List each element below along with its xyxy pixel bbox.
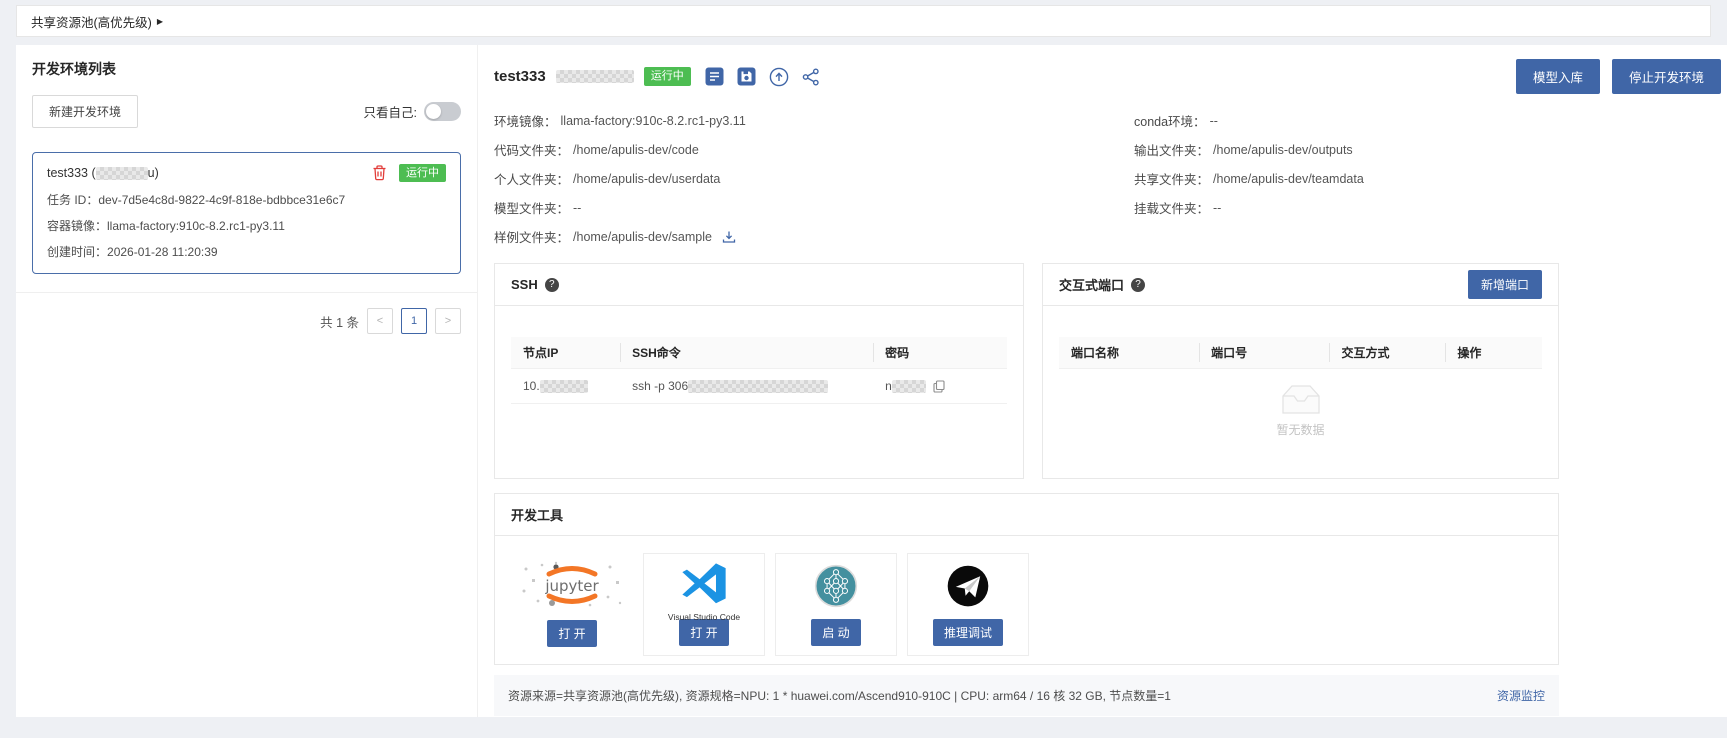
tool-tile-inference: 推理调试: [907, 553, 1029, 656]
stop-env-button[interactable]: 停止开发环境: [1612, 59, 1721, 94]
env-owner-redacted: [96, 167, 148, 180]
model-save-button[interactable]: 模型入库: [1516, 59, 1600, 94]
breadcrumb-bar: 共享资源池(高优先级) ▶: [16, 5, 1711, 37]
ssh-col-ip: 节点IP: [511, 337, 620, 369]
ssh-password: n: [873, 369, 1007, 404]
netron-logo-icon: [776, 560, 896, 612]
save-image-button[interactable]: [737, 67, 756, 86]
svg-text:jupyter: jupyter: [544, 577, 599, 595]
detail-owner-redacted: [556, 70, 634, 83]
start-netron-button[interactable]: 启 动: [811, 619, 860, 646]
tools-title: 开发工具: [511, 505, 563, 524]
ports-title: 交互式端口: [1059, 275, 1124, 294]
env-name: test333 (u): [47, 166, 159, 180]
resource-footer: 资源来源=共享资源池(高优先级), 资源规格=NPU: 1 * huawei.c…: [494, 675, 1559, 716]
document-icon: [705, 67, 724, 86]
log-button[interactable]: [705, 67, 724, 86]
only-mine-label: 只看自己:: [364, 102, 417, 121]
info-env-image: 环境镜像：llama-factory:910c-8.2.rc1-py3.11: [494, 112, 1134, 129]
upload-icon: [769, 67, 789, 87]
breadcrumb-label: 共享资源池(高优先级): [31, 12, 152, 31]
env-created-time: 创建时间：2026-01-28 11:20:39: [47, 243, 446, 260]
env-card-test333[interactable]: test333 (u) 运行中 任务 ID：dev-: [32, 152, 461, 274]
save-icon: [737, 67, 756, 86]
share-button[interactable]: [802, 68, 820, 86]
open-jupyter-button[interactable]: 打 开: [547, 620, 596, 647]
inference-debug-button[interactable]: 推理调试: [933, 619, 1003, 646]
tool-tile-jupyter: jupyter 打 开: [511, 553, 633, 656]
ssh-row: 10. ssh -p 306 n: [511, 369, 1007, 404]
new-env-button[interactable]: 新建开发环境: [32, 95, 138, 128]
download-icon: [722, 230, 736, 244]
only-mine-toggle[interactable]: [424, 102, 461, 121]
ports-empty-state: 暂无数据: [1059, 369, 1542, 438]
prev-page-button[interactable]: <: [367, 308, 393, 334]
ssh-node-ip: 10.: [511, 369, 620, 404]
resource-monitor-link[interactable]: 资源监控: [1497, 687, 1545, 704]
env-list-title: 开发环境列表: [32, 59, 461, 79]
ports-empty-text: 暂无数据: [1276, 421, 1324, 438]
breadcrumb[interactable]: 共享资源池(高优先级) ▶: [31, 12, 163, 31]
sample-download-button[interactable]: [722, 230, 736, 244]
ssh-col-cmd: SSH命令: [620, 337, 873, 369]
env-detail-panel: test333 运行中: [478, 45, 1727, 717]
tools-card: 开发工具 jupyter: [494, 493, 1559, 665]
page-1-button[interactable]: 1: [401, 308, 427, 334]
ssh-col-pwd: 密码: [873, 337, 1007, 369]
env-task-id: 任务 ID：dev-7d5e4c8d-9822-4c9f-818e-bdbbce…: [47, 191, 446, 208]
ports-help-icon[interactable]: ?: [1131, 278, 1145, 292]
env-info: 环境镜像：llama-factory:910c-8.2.rc1-py3.11 代…: [494, 112, 1559, 257]
ports-card: 交互式端口 ? 新增端口 端口名称 端口号 交互方式 操作: [1042, 263, 1559, 479]
info-code-folder: 代码文件夹：/home/apulis-dev/code: [494, 141, 1134, 158]
ports-col-mode: 交互方式: [1329, 337, 1445, 369]
trash-icon: [372, 165, 387, 181]
empty-inbox-icon: [1275, 383, 1327, 417]
upload-button[interactable]: [769, 67, 789, 87]
vscode-label: Visual Studio Code: [644, 612, 764, 622]
vscode-logo-icon: [644, 560, 764, 610]
env-status-badge: 运行中: [399, 164, 446, 182]
share-icon: [802, 68, 820, 86]
info-shared-folder: 共享文件夹：/home/apulis-dev/teamdata: [1134, 170, 1559, 187]
ports-table: 端口名称 端口号 交互方式 操作: [1059, 337, 1542, 369]
detail-status-badge: 运行中: [644, 67, 691, 85]
main-panel: 开发环境列表 新建开发环境 只看自己: test333 (u): [16, 45, 1727, 717]
info-mount-folder: 挂载文件夹：--: [1134, 199, 1559, 216]
info-output-folder: 输出文件夹：/home/apulis-dev/outputs: [1134, 141, 1559, 158]
toggle-knob: [426, 104, 441, 119]
env-image: 容器镜像：llama-factory:910c-8.2.rc1-py3.11: [47, 217, 446, 234]
info-conda-env: conda环境：--: [1134, 112, 1559, 129]
ports-col-number: 端口号: [1199, 337, 1329, 369]
breadcrumb-arrow-icon: ▶: [157, 17, 163, 26]
copy-icon: [933, 380, 945, 393]
next-page-button[interactable]: >: [435, 308, 461, 334]
detail-title: test333: [494, 68, 546, 85]
ssh-help-icon[interactable]: ?: [545, 278, 559, 292]
info-model-folder: 模型文件夹：--: [494, 199, 1134, 216]
pagination-total: 共 1 条: [320, 312, 359, 331]
ports-col-name: 端口名称: [1059, 337, 1199, 369]
env-list-panel: 开发环境列表 新建开发环境 只看自己: test333 (u): [16, 45, 478, 717]
tool-tile-netron: 启 动: [775, 553, 897, 656]
ssh-table: 节点IP SSH命令 密码 10. ssh -p 306 n: [511, 337, 1007, 404]
ssh-command: ssh -p 306: [620, 369, 873, 404]
divider: [16, 292, 477, 293]
delete-env-button[interactable]: [372, 165, 387, 181]
add-port-button[interactable]: 新增端口: [1468, 270, 1542, 299]
copy-password-button[interactable]: [933, 380, 945, 393]
resource-spec-text: 资源来源=共享资源池(高优先级), 资源规格=NPU: 1 * huawei.c…: [508, 687, 1171, 704]
open-vscode-button[interactable]: 打 开: [679, 619, 728, 646]
jupyter-logo-icon: jupyter: [511, 559, 633, 611]
info-sample-folder: 样例文件夹：/home/apulis-dev/sample: [494, 228, 1134, 245]
pagination: 共 1 条 < 1 >: [32, 308, 461, 334]
info-user-folder: 个人文件夹：/home/apulis-dev/userdata: [494, 170, 1134, 187]
ssh-title: SSH: [511, 277, 538, 292]
ssh-card: SSH ? 节点IP SSH命令 密码: [494, 263, 1024, 479]
ports-col-action: 操作: [1445, 337, 1542, 369]
inference-logo-icon: [908, 560, 1028, 612]
tool-tile-vscode: Visual Studio Code 打 开: [643, 553, 765, 656]
